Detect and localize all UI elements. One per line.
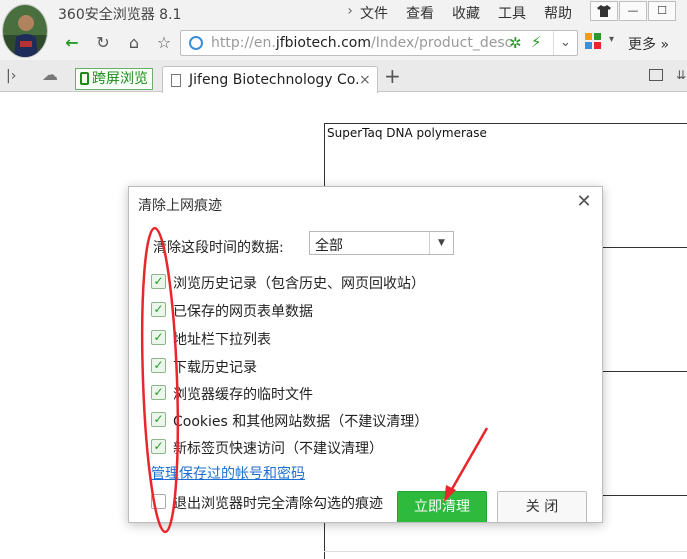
sidebar-toggle-icon[interactable]: |› xyxy=(6,68,16,84)
cloud-icon[interactable]: ☁ xyxy=(42,65,58,84)
back-button[interactable]: ← xyxy=(61,32,83,54)
menu-help[interactable]: 帮助 xyxy=(544,3,572,23)
apps-button[interactable] xyxy=(585,33,601,53)
refresh-button[interactable]: ↻ xyxy=(92,32,114,54)
globe-icon xyxy=(189,36,203,50)
menu-view[interactable]: 查看 xyxy=(406,3,434,23)
chevron-right-icon[interactable]: › xyxy=(340,3,360,23)
minimize-button[interactable]: — xyxy=(619,1,647,21)
star-icon: ☆ xyxy=(156,33,172,52)
phone-icon xyxy=(80,72,89,85)
clear-now-button[interactable]: 立即清理 xyxy=(397,491,487,522)
menu-file[interactable]: 文件 xyxy=(360,3,388,23)
title-bar: 360安全浏览器 8.1 › 文件 查看 收藏 工具 帮助 — ☐ xyxy=(0,0,687,26)
maximize-icon: ☐ xyxy=(657,4,667,17)
checkbox[interactable]: ✓ xyxy=(151,302,166,317)
close-icon: ✕ xyxy=(576,191,592,212)
double-chevron-right-icon: » xyxy=(660,37,670,53)
more-button[interactable]: 更多 » xyxy=(628,34,669,54)
menu-favorites[interactable]: 收藏 xyxy=(452,3,480,23)
close-button[interactable]: 关 闭 xyxy=(497,491,587,522)
url-text[interactable]: http://en.jfbiotech.com/Index/product_de… xyxy=(211,35,517,51)
checkbox[interactable]: ✓ xyxy=(151,385,166,400)
skin-button[interactable] xyxy=(590,1,618,21)
checkbox[interactable]: ✓ xyxy=(151,412,166,427)
table-border xyxy=(324,551,687,552)
dialog-title: 清除上网痕迹 xyxy=(138,198,222,214)
checkbox[interactable]: ✓ xyxy=(151,439,166,454)
checkbox[interactable]: ✓ xyxy=(151,358,166,373)
refresh-icon: ↻ xyxy=(96,33,110,52)
close-tab-icon[interactable]: × xyxy=(359,72,371,88)
table-border xyxy=(324,123,687,124)
clear-history-dialog: 清除上网痕迹 ✕ 清除这段时间的数据: 全部 ▼ ✓ 浏览历史记录（包含历史、网… xyxy=(128,186,603,523)
table-border xyxy=(600,371,687,372)
lightning-icon[interactable]: ⚡ xyxy=(531,33,542,51)
user-photo-icon xyxy=(3,5,47,57)
address-bar[interactable]: http://en.jfbiotech.com/Index/product_de… xyxy=(180,30,578,56)
shirt-icon xyxy=(597,5,611,17)
time-range-select[interactable]: 全部 ▼ xyxy=(309,231,454,255)
dialog-close-button[interactable]: ✕ xyxy=(574,192,594,212)
tab-menu-icon[interactable]: ⇊ xyxy=(676,68,686,82)
manage-passwords-link[interactable]: 管理保存过的帐号和密码 xyxy=(151,463,305,483)
dropdown-arrow-icon: ▼ xyxy=(429,232,453,254)
tab-cross-screen[interactable]: 跨屏浏览 xyxy=(75,68,153,90)
app-title: 360安全浏览器 8.1 xyxy=(58,7,182,23)
tab-bar: |› ☁ 跨屏浏览 Jifeng Biotechnology Co. × + ⇊ xyxy=(0,60,687,93)
apps-grid-icon xyxy=(585,33,601,49)
home-button[interactable]: ⌂ xyxy=(123,32,145,54)
avatar[interactable] xyxy=(2,4,48,58)
page-icon xyxy=(171,74,181,87)
favorite-button[interactable]: ☆ xyxy=(153,32,175,54)
apps-dropdown-icon[interactable]: ▾ xyxy=(609,34,614,45)
checkbox[interactable]: ✓ xyxy=(151,274,166,289)
menu-bar: › 文件 查看 收藏 工具 帮助 xyxy=(340,3,590,23)
minimize-icon: — xyxy=(627,4,639,17)
time-range-label: 清除这段时间的数据: xyxy=(153,240,284,256)
compat-mode-icon[interactable]: ✲ xyxy=(509,34,522,52)
menu-tools[interactable]: 工具 xyxy=(498,3,526,23)
product-name: SuperTaq DNA polymerase xyxy=(327,126,487,140)
time-range-value: 全部 xyxy=(315,238,343,254)
restore-tabs-icon[interactable] xyxy=(649,69,663,81)
new-tab-button[interactable]: + xyxy=(384,64,401,88)
table-border xyxy=(600,247,687,248)
tab-active[interactable]: Jifeng Biotechnology Co. × xyxy=(162,66,378,93)
maximize-button[interactable]: ☐ xyxy=(648,1,676,21)
chevron-down-icon[interactable]: ⌄ xyxy=(553,31,577,55)
checkbox[interactable] xyxy=(151,494,166,509)
checkbox[interactable]: ✓ xyxy=(151,330,166,345)
navigation-bar: ← ↻ ⌂ ☆ http://en.jfbiotech.com/Index/pr… xyxy=(0,26,687,60)
table-border xyxy=(600,495,687,496)
home-icon: ⌂ xyxy=(128,33,140,52)
arrow-left-icon: ← xyxy=(65,33,79,52)
